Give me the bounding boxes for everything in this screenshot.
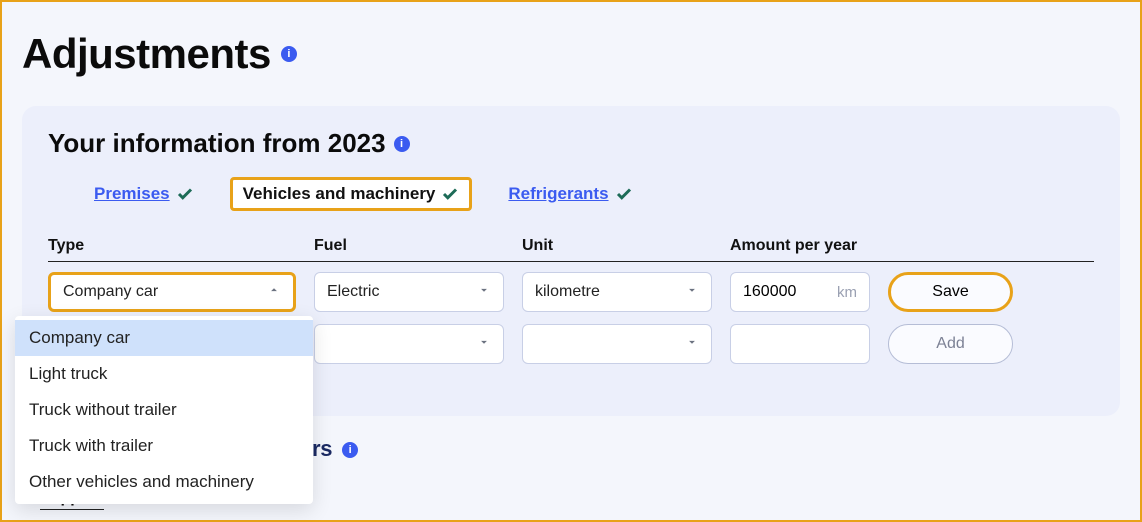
save-button[interactable]: Save xyxy=(888,272,1013,312)
section-title-text: Your information from 2023 xyxy=(48,128,386,159)
amount-field-empty[interactable] xyxy=(730,324,870,364)
type-dropdown: Company car Light truck Truck without tr… xyxy=(15,316,313,504)
chevron-down-icon xyxy=(477,335,491,354)
info-icon[interactable]: i xyxy=(342,442,358,458)
amount-input[interactable] xyxy=(743,283,831,301)
dropdown-item[interactable]: Other vehicles and machinery xyxy=(15,464,313,500)
check-icon xyxy=(615,185,633,203)
dropdown-item[interactable]: Light truck xyxy=(15,356,313,392)
info-icon[interactable]: i xyxy=(394,136,410,152)
column-headers: Type Fuel Unit Amount per year xyxy=(48,237,1094,262)
tab-premises[interactable]: Premises xyxy=(88,180,200,208)
header-amount: Amount per year xyxy=(730,237,870,255)
chevron-down-icon xyxy=(685,283,699,302)
tab-vehicles[interactable]: Vehicles and machinery xyxy=(230,177,473,211)
tab-vehicles-label: Vehicles and machinery xyxy=(243,184,436,204)
amount-field[interactable]: km xyxy=(730,272,870,312)
check-icon xyxy=(176,185,194,203)
fuel-select-value: Electric xyxy=(327,283,379,301)
dropdown-item[interactable]: Truck without trailer xyxy=(15,392,313,428)
amount-unit: km xyxy=(837,284,857,301)
header-unit: Unit xyxy=(522,237,712,255)
chevron-up-icon xyxy=(267,283,281,302)
page-title-text: Adjustments xyxy=(22,30,271,78)
table-row: Company car Electric kilometre xyxy=(48,272,1094,312)
info-icon[interactable]: i xyxy=(281,46,297,62)
unit-select[interactable]: kilometre xyxy=(522,272,712,312)
tab-refrigerants-label: Refrigerants xyxy=(508,184,608,204)
tab-refrigerants[interactable]: Refrigerants xyxy=(502,180,638,208)
chevron-down-icon xyxy=(477,283,491,302)
header-fuel: Fuel xyxy=(314,237,504,255)
unit-select-value: kilometre xyxy=(535,283,600,301)
fuel-select-empty[interactable] xyxy=(314,324,504,364)
type-select-value: Company car xyxy=(63,283,158,301)
add-button[interactable]: Add xyxy=(888,324,1013,364)
check-icon xyxy=(441,185,459,203)
unit-select-empty[interactable] xyxy=(522,324,712,364)
page-title: Adjustments i xyxy=(22,30,1120,78)
tab-premises-label: Premises xyxy=(94,184,170,204)
header-type: Type xyxy=(48,237,296,255)
fuel-select[interactable]: Electric xyxy=(314,272,504,312)
dropdown-item[interactable]: Company car xyxy=(15,320,313,356)
tabs: Premises Vehicles and machinery Refriger… xyxy=(48,177,1094,211)
dropdown-item[interactable]: Truck with trailer xyxy=(15,428,313,464)
type-select[interactable]: Company car xyxy=(48,272,296,312)
chevron-down-icon xyxy=(685,335,699,354)
section-title: Your information from 2023 i xyxy=(48,128,1094,159)
amount-input-empty[interactable] xyxy=(743,335,857,353)
obscured-heading: rs i xyxy=(312,436,358,462)
